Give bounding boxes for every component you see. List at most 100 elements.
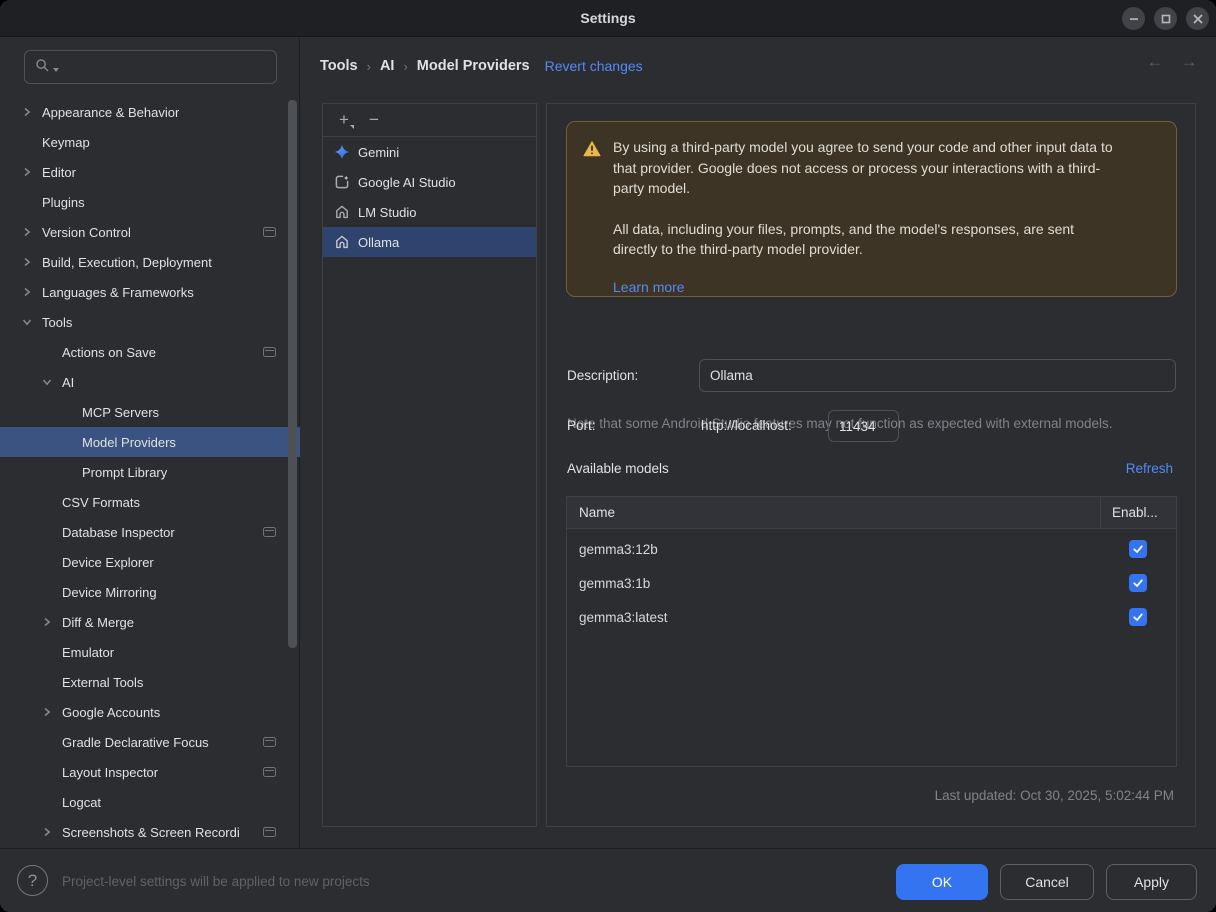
breadcrumb-model-providers[interactable]: Model Providers — [417, 58, 530, 74]
sidebar-item-emulator[interactable]: Emulator — [0, 637, 300, 667]
breadcrumb-tools[interactable]: Tools — [320, 58, 358, 74]
sidebar-item-actions-on-save[interactable]: Actions on Save — [0, 337, 300, 367]
model-name: gemma3:1b — [567, 576, 1100, 591]
provider-label: Google AI Studio — [358, 175, 456, 190]
table-row[interactable]: gemma3:latest — [567, 600, 1176, 634]
warning-text: By using a third-party model you agree t… — [613, 137, 1118, 296]
column-header-name[interactable]: Name — [567, 505, 1100, 520]
breadcrumb-ai[interactable]: AI — [380, 58, 395, 74]
sidebar-item-device-mirroring[interactable]: Device Mirroring — [0, 577, 300, 607]
model-enabled-checkbox[interactable] — [1129, 608, 1147, 626]
home-icon — [334, 204, 350, 220]
column-header-enabled[interactable]: Enabl... — [1100, 497, 1176, 528]
search-options-caret-icon[interactable] — [53, 68, 59, 72]
search-icon — [35, 58, 50, 76]
chevron-down-icon[interactable] — [22, 317, 42, 327]
description-label: Description: — [567, 368, 638, 383]
breadcrumb: Tools › AI › Model Providers Revert chan… — [320, 37, 643, 95]
sidebar-item-appearance-behavior[interactable]: Appearance & Behavior — [0, 97, 300, 127]
table-row[interactable]: gemma3:1b — [567, 566, 1176, 600]
sidebar-item-plugins[interactable]: Plugins — [0, 187, 300, 217]
model-enabled-checkbox[interactable] — [1129, 574, 1147, 592]
model-name: gemma3:latest — [567, 610, 1100, 625]
minimize-button[interactable] — [1122, 7, 1145, 30]
sidebar-item-external-tools[interactable]: External Tools — [0, 667, 300, 697]
chevron-right-icon[interactable] — [42, 707, 62, 717]
sidebar-item-model-providers[interactable]: Model Providers — [0, 427, 300, 457]
sidebar-item-device-explorer[interactable]: Device Explorer — [0, 547, 300, 577]
close-button[interactable] — [1186, 7, 1209, 30]
sidebar-item-tools[interactable]: Tools — [0, 307, 300, 337]
sidebar-item-google-accounts[interactable]: Google Accounts — [0, 697, 300, 727]
model-enabled-checkbox[interactable] — [1129, 540, 1147, 558]
project-settings-badge-icon — [263, 347, 276, 357]
sidebar-item-editor[interactable]: Editor — [0, 157, 300, 187]
ok-button[interactable]: OK — [896, 864, 988, 900]
chevron-right-icon[interactable] — [22, 257, 42, 267]
search-input[interactable] — [62, 59, 276, 76]
chevron-right-icon[interactable] — [22, 227, 42, 237]
window-controls — [1122, 7, 1209, 30]
settings-window: Settings Appearance & Behavior Keymap Ed… — [0, 0, 1216, 912]
port-label: Port: — [567, 418, 596, 433]
provider-item-lm-studio[interactable]: LM Studio — [323, 197, 536, 227]
revert-changes-link[interactable]: Revert changes — [545, 58, 643, 74]
help-button[interactable]: ? — [17, 865, 48, 896]
breadcrumb-separator: › — [394, 59, 416, 74]
models-table: Name Enabl... gemma3:12b gemma3:1b gemma… — [566, 496, 1177, 767]
remove-provider-button[interactable]: − — [359, 107, 389, 133]
model-name: gemma3:12b — [567, 542, 1100, 557]
add-provider-button[interactable]: + — [329, 107, 359, 133]
provider-item-ollama[interactable]: Ollama — [323, 227, 536, 257]
plus-dropdown-caret-icon — [350, 125, 354, 129]
sidebar-item-diff-merge[interactable]: Diff & Merge — [0, 607, 300, 637]
chevron-right-icon[interactable] — [42, 617, 62, 627]
sidebar-item-csv-formats[interactable]: CSV Formats — [0, 487, 300, 517]
sidebar-item-version-control[interactable]: Version Control — [0, 217, 300, 247]
maximize-button[interactable] — [1154, 7, 1177, 30]
chevron-down-icon[interactable] — [42, 377, 62, 387]
search-field[interactable] — [24, 50, 277, 84]
sidebar-item-screenshots-screen-recording[interactable]: Screenshots & Screen Recordi — [0, 817, 300, 847]
provider-label: LM Studio — [358, 205, 417, 220]
project-settings-badge-icon — [263, 737, 276, 747]
sidebar-item-gradle-declarative-focus[interactable]: Gradle Declarative Focus — [0, 727, 300, 757]
sidebar-item-mcp-servers[interactable]: MCP Servers — [0, 397, 300, 427]
settings-sidebar: Appearance & Behavior Keymap Editor Plug… — [0, 37, 300, 848]
warning-paragraph-1: By using a third-party model you agree t… — [613, 137, 1118, 199]
maximize-icon — [1161, 14, 1171, 24]
learn-more-link[interactable]: Learn more — [613, 277, 685, 298]
provider-label: Gemini — [358, 145, 399, 160]
history-navigation: ← → — [1146, 52, 1198, 72]
forward-arrow-icon[interactable]: → — [1180, 52, 1198, 72]
port-input[interactable] — [828, 410, 899, 442]
sidebar-scrollbar[interactable] — [288, 100, 297, 648]
chevron-right-icon[interactable] — [42, 827, 62, 837]
breadcrumb-separator: › — [358, 59, 380, 74]
chevron-right-icon[interactable] — [22, 167, 42, 177]
sidebar-item-prompt-library[interactable]: Prompt Library — [0, 457, 300, 487]
sidebar-item-build-execution-deployment[interactable]: Build, Execution, Deployment — [0, 247, 300, 277]
provider-item-google-ai-studio[interactable]: Google AI Studio — [323, 167, 536, 197]
description-input[interactable] — [699, 359, 1176, 392]
provider-item-gemini[interactable]: Gemini — [323, 137, 536, 167]
sidebar-item-layout-inspector[interactable]: Layout Inspector — [0, 757, 300, 787]
table-row[interactable]: gemma3:12b — [567, 532, 1176, 566]
chevron-right-icon[interactable] — [22, 107, 42, 117]
project-settings-badge-icon — [263, 827, 276, 837]
sidebar-item-database-inspector[interactable]: Database Inspector — [0, 517, 300, 547]
cancel-button[interactable]: Cancel — [1000, 864, 1094, 900]
third-party-warning-banner: By using a third-party model you agree t… — [566, 121, 1177, 297]
chevron-right-icon[interactable] — [22, 287, 42, 297]
sidebar-item-languages-frameworks[interactable]: Languages & Frameworks — [0, 277, 300, 307]
sidebar-item-ai[interactable]: AI — [0, 367, 300, 397]
refresh-link[interactable]: Refresh — [1126, 461, 1173, 476]
project-settings-badge-icon — [263, 767, 276, 777]
back-arrow-icon[interactable]: ← — [1146, 52, 1164, 72]
sidebar-item-keymap[interactable]: Keymap — [0, 127, 300, 157]
apply-button[interactable]: Apply — [1106, 864, 1197, 900]
project-settings-badge-icon — [263, 227, 276, 237]
settings-tree: Appearance & Behavior Keymap Editor Plug… — [0, 97, 300, 847]
sidebar-item-logcat[interactable]: Logcat — [0, 787, 300, 817]
question-mark-icon: ? — [28, 871, 37, 891]
